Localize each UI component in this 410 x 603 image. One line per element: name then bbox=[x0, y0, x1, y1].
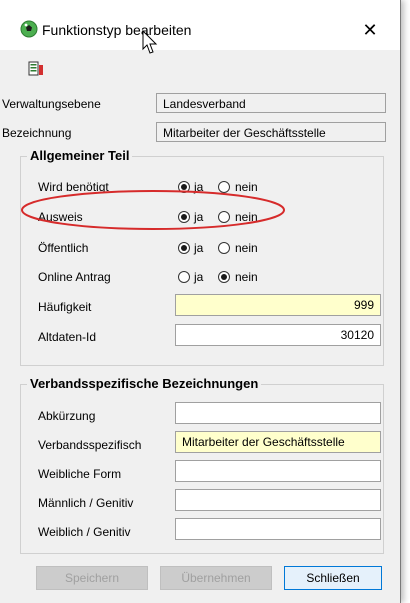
haeufigkeit-input[interactable]: 999 bbox=[175, 294, 381, 316]
oeffentlich-ja-radio[interactable] bbox=[178, 242, 190, 254]
oeffentlich-ja-label: ja bbox=[194, 241, 204, 255]
window-title: Funktionstyp bearbeiten bbox=[42, 22, 192, 38]
online-antrag-nein-radio[interactable] bbox=[218, 271, 230, 283]
maennlich-genitiv-input[interactable] bbox=[175, 489, 381, 511]
save-button[interactable]: Speichern bbox=[36, 566, 148, 590]
general-section-title: Allgemeiner Teil bbox=[27, 148, 133, 163]
online-antrag-nein-label: nein bbox=[235, 270, 258, 284]
maennlich-genitiv-label: Männlich / Genitiv bbox=[38, 496, 134, 510]
verband-section-title: Verbandsspezifische Bezeichnungen bbox=[27, 376, 262, 391]
oeffentlich-nein-label: nein bbox=[235, 241, 258, 255]
edit-function-type-dialog: Funktionstyp bearbeiten ✕ Verwaltungsebe… bbox=[0, 0, 401, 603]
apply-button[interactable]: Übernehmen bbox=[160, 566, 272, 590]
altdaten-id-input[interactable]: 30120 bbox=[175, 324, 381, 346]
weibliche-form-label: Weibliche Form bbox=[38, 467, 122, 481]
bezeichnung-value: Mitarbeiter der Geschäftsstelle bbox=[156, 122, 386, 142]
verwaltungsebene-label: Verwaltungsebene bbox=[2, 97, 101, 111]
weiblich-genitiv-label: Weiblich / Genitiv bbox=[38, 525, 131, 539]
weibliche-form-input[interactable] bbox=[175, 460, 381, 482]
title-bar: Funktionstyp bearbeiten ✕ bbox=[0, 0, 400, 50]
online-antrag-ja-radio[interactable] bbox=[178, 271, 190, 283]
annotation-ellipse bbox=[21, 190, 285, 230]
close-window-button[interactable]: ✕ bbox=[355, 16, 385, 44]
verwaltungsebene-value: Landesverband bbox=[156, 93, 386, 113]
row-label-online-antrag: Online Antrag bbox=[38, 270, 111, 284]
abkuerzung-input[interactable] bbox=[175, 402, 381, 424]
close-button[interactable]: Schließen bbox=[284, 566, 382, 590]
oeffentlich-nein-radio[interactable] bbox=[218, 242, 230, 254]
list-icon[interactable] bbox=[28, 61, 44, 77]
online-antrag-ja-label: ja bbox=[194, 270, 204, 284]
haeufigkeit-label: Häufigkeit bbox=[38, 300, 92, 314]
football-icon bbox=[20, 20, 38, 38]
altdaten-id-label: Altdaten-Id bbox=[38, 330, 97, 344]
bezeichnung-label: Bezeichnung bbox=[2, 126, 72, 140]
abkuerzung-label: Abkürzung bbox=[38, 409, 96, 423]
weiblich-genitiv-input[interactable] bbox=[175, 518, 381, 540]
mouse-cursor-icon bbox=[142, 30, 158, 54]
verbandsspezifisch-input[interactable]: Mitarbeiter der Geschäftsstelle bbox=[175, 431, 381, 453]
row-label-oeffentlich: Öffentlich bbox=[38, 241, 89, 255]
verbandsspezifisch-label: Verbandsspezifisch bbox=[38, 438, 142, 452]
